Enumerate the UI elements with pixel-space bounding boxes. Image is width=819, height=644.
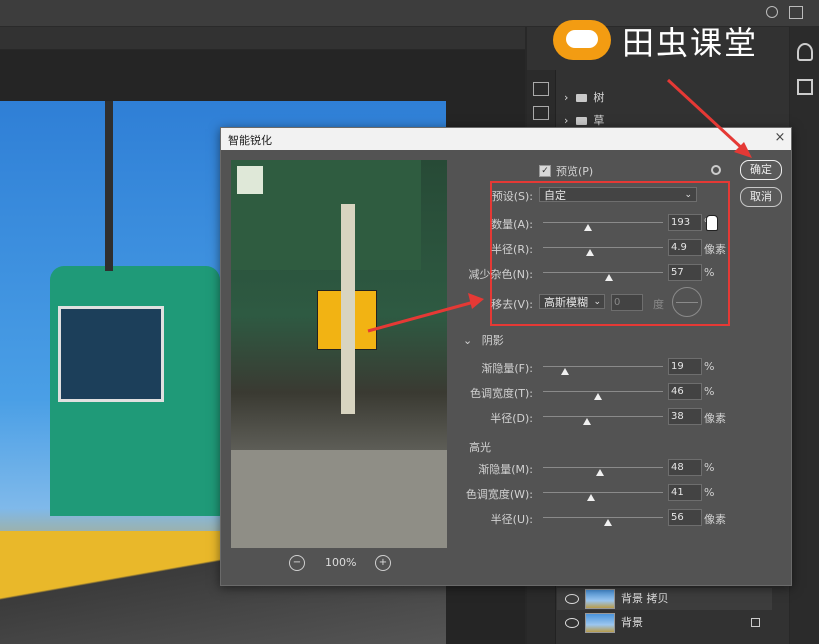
arrow-head-settings (468, 293, 484, 309)
hand-cursor-icon (706, 215, 718, 231)
arrow-to-ok-button (666, 78, 747, 153)
annotation-arrows (367, 78, 752, 333)
arrow-to-settings (367, 300, 475, 333)
